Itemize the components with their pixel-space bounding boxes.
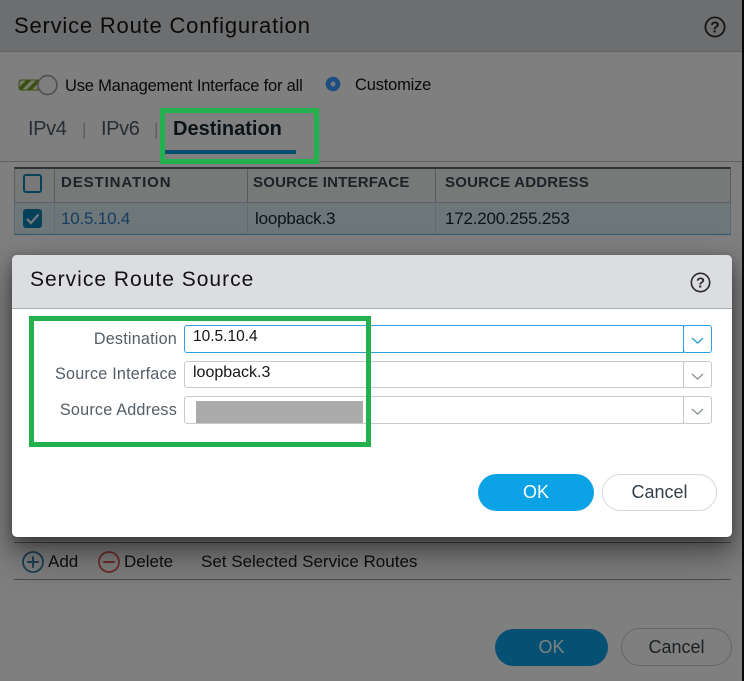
svg-text:?: ? — [696, 276, 705, 292]
